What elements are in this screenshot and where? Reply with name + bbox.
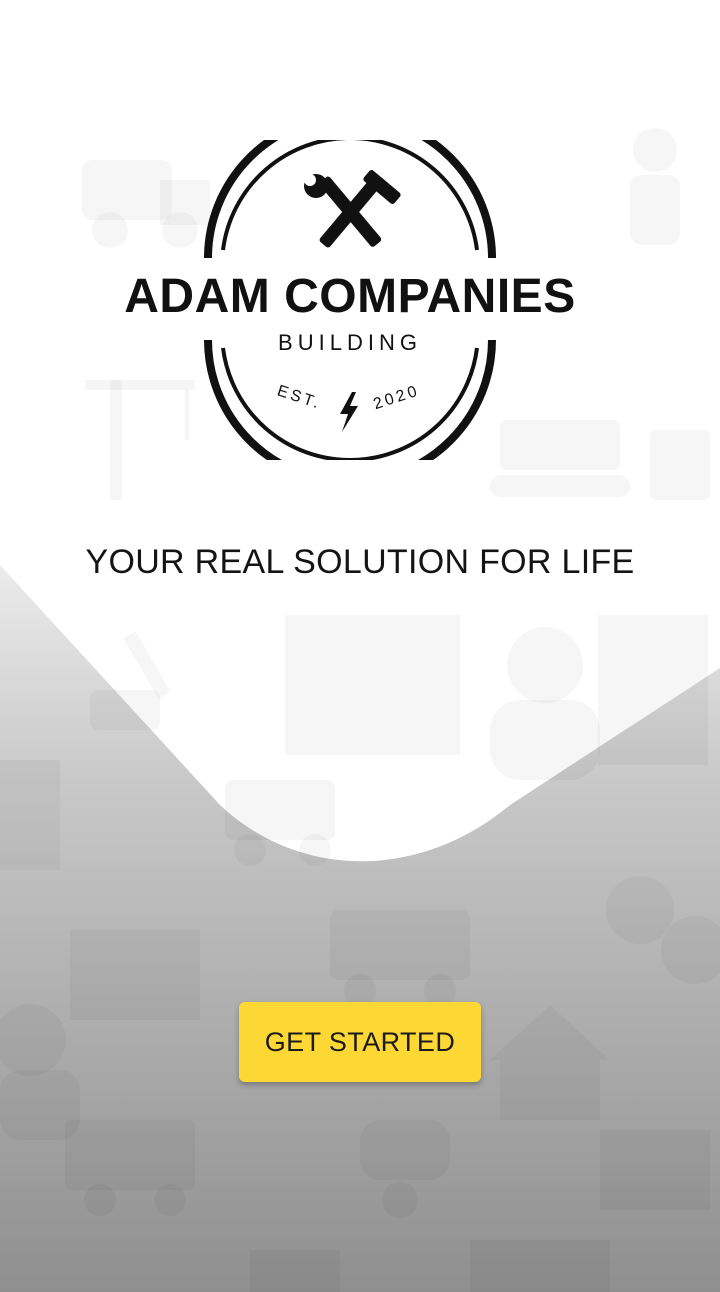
logo-emblem: ADAM COMPANIES BUILDING EST. 2020 [124, 112, 575, 486]
est-year: 2020 [371, 382, 422, 413]
company-logo: ADAM COMPANIES BUILDING EST. 2020 [90, 112, 610, 486]
welcome-screen: ADAM COMPANIES BUILDING EST. 2020 YOUR R… [0, 0, 720, 1292]
brand-name: ADAM COMPANIES [124, 270, 575, 323]
brand-subtitle: BUILDING [278, 330, 422, 355]
get-started-button[interactable]: GET STARTED [239, 1002, 481, 1082]
tagline: YOUR REAL SOLUTION FOR LIFE [85, 543, 635, 581]
est-label: EST. [275, 383, 324, 413]
lightning-bolt-icon [340, 392, 358, 432]
crossed-hammer-wrench-icon [304, 170, 401, 248]
